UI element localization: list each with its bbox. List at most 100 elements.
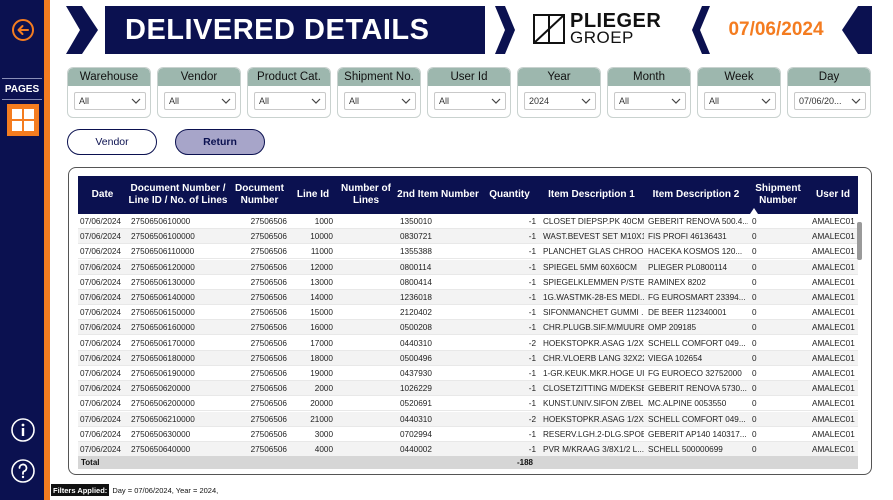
table-cell-shipment-number: 0: [752, 338, 757, 348]
table-cell-2nd-item-number: 0702994: [400, 429, 432, 439]
slicer-dropdown[interactable]: All: [434, 92, 506, 110]
table-cell-item-description-1: SPIEGELKLEMMEN P/STEL ...: [543, 277, 644, 287]
chevron-down-icon: [671, 98, 681, 104]
table-cell-line-id: 14000: [310, 293, 333, 302]
table-cell-number-of-lines: [336, 427, 396, 442]
table-row[interactable]: 07/06/2024 27506506180000 27506506 18000 050…: [78, 350, 858, 366]
header-col-line-id[interactable]: Line Id: [290, 176, 336, 214]
table-cell-number-of-lines: [336, 214, 396, 229]
slicer-product-cat: Product Cat. All: [247, 67, 331, 118]
table-cell-item-description-2: DE BEER 112340001: [648, 308, 727, 318]
header-col-document-number[interactable]: Document Number: [229, 176, 290, 214]
slicer-dropdown[interactable]: All: [704, 92, 776, 110]
table-row[interactable]: 07/06/2024 27506506170000 27506506 17000 044…: [78, 336, 858, 351]
slicer-day: Day 07/06/20...: [787, 67, 871, 118]
table-cell-shipment-number: 0: [752, 369, 757, 378]
vendor-button[interactable]: Vendor: [67, 129, 157, 155]
table-row[interactable]: 07/06/2024 27506506120000 27506506 12000 080…: [78, 259, 858, 275]
table-cell-item-description-1: WAST.BEVEST SET M10X1...: [543, 232, 644, 242]
table-cell-date: 07/06/2024: [80, 217, 121, 226]
table-cell-line-id: 13000: [310, 277, 333, 287]
table-cell-document-number: 27506506: [250, 399, 287, 409]
table-cell-document-number: 27506506: [250, 369, 287, 378]
return-button[interactable]: Return: [175, 129, 265, 155]
header-col-number-of-lines[interactable]: Number of Lines: [336, 176, 396, 214]
table-cell-number-of-lines: [336, 412, 396, 427]
slicer-dropdown[interactable]: 07/06/20...: [794, 92, 866, 110]
table-cell-number-of-lines: [336, 290, 396, 305]
table-row[interactable]: 07/06/2024 27506506150000 27506506 15000 212…: [78, 305, 858, 321]
slicer-label: Vendor: [158, 68, 240, 86]
table-row[interactable]: 07/06/2024 27506506140000 27506506 14000 123…: [78, 290, 858, 305]
table-cell-shipment-number: 0: [752, 429, 757, 439]
table-row[interactable]: 07/06/2024 27506506160000 27506506 16000 050…: [78, 320, 858, 336]
slicer-year: Year 2024: [517, 67, 601, 118]
table-row[interactable]: 07/06/2024 27506506100000 27506506 10000 083…: [78, 229, 858, 245]
table-cell-2nd-item-number: 0830721: [400, 232, 432, 242]
table-cell-document-number: 27506506: [250, 308, 287, 318]
table-cell-shipment-number: 0: [752, 293, 757, 302]
header-col-date[interactable]: Date: [78, 176, 127, 214]
table-cell-2nd-item-number: 1026229: [400, 384, 432, 394]
slicer-user-id: User Id All: [427, 67, 511, 118]
table-cell-date: 07/06/2024: [80, 247, 121, 257]
table-cell-quantity: -1: [528, 232, 536, 242]
table-header: Date Document Number / Line ID / No. of L…: [78, 176, 858, 214]
table-cell-document-number: 27506506: [250, 232, 287, 242]
table-row[interactable]: 07/06/2024 2750650620000 27506506 2000 10262…: [78, 381, 858, 397]
slicer-dropdown[interactable]: All: [254, 92, 326, 110]
slicer-dropdown[interactable]: 2024: [524, 92, 596, 110]
table-row[interactable]: 07/06/2024 27506506130000 27506506 13000 080…: [78, 275, 858, 290]
table-cell-item-description-1: KUNST.UNIV.SIFON Z/BEL...: [543, 399, 644, 409]
table-cell-item-description-1: HOEKSTOPKR.ASAG 1/2X1...: [543, 414, 644, 424]
table-cell-date: 07/06/2024: [80, 232, 121, 242]
back-arrow-icon[interactable]: [11, 18, 35, 42]
table-cell-user-id: AMALEC01: [812, 262, 855, 272]
grid-icon[interactable]: [7, 104, 39, 136]
slicer-value: All: [619, 96, 630, 106]
table-row[interactable]: 07/06/2024 27506506190000 27506506 19000 043…: [78, 366, 858, 381]
table-cell-item-description-2: FIS PROFI 46136431: [648, 232, 727, 242]
table-cell-2nd-item-number: 1350010: [400, 217, 432, 226]
table-cell-user-id: AMALEC01: [812, 323, 855, 333]
table-cell-date: 07/06/2024: [80, 293, 121, 302]
header-col-item-description-2[interactable]: Item Description 2: [644, 176, 748, 214]
table-cell-number-of-lines: [336, 320, 396, 335]
header-col-2nd-item-number[interactable]: 2nd Item Number: [396, 176, 480, 214]
header-col-item-description-1[interactable]: Item Description 1: [539, 176, 644, 214]
sort-ascending-icon[interactable]: [750, 206, 758, 214]
table-cell-line-id: 11000: [310, 247, 333, 257]
slicer-dropdown[interactable]: All: [344, 92, 416, 110]
table-cell-item-description-1: RESERV.LGH.2-DLG.SPOEL...: [543, 429, 644, 439]
table-cell-quantity: -1: [528, 399, 536, 409]
table-row[interactable]: 07/06/2024 27506506210000 27506506 21000 044…: [78, 411, 858, 427]
table-cell-shipment-number: 0: [752, 399, 757, 409]
table-cell-user-id: AMALEC01: [812, 247, 855, 257]
table-cell-date: 07/06/2024: [80, 308, 121, 318]
table-cell-quantity: -1: [528, 353, 536, 363]
header-col-user-id[interactable]: User Id: [808, 176, 858, 214]
table-cell-document-number: 27506506: [250, 262, 287, 272]
table-cell-doc-line-id: 27506506140000: [131, 293, 195, 302]
table-row[interactable]: 07/06/2024 27506506200000 27506506 20000 052…: [78, 396, 858, 412]
table-cell-line-id: 15000: [310, 308, 333, 318]
table-cell-item-description-1: SPIEGEL 5MM 60X60CM: [543, 262, 637, 272]
table-cell-document-number: 27506506: [250, 384, 287, 394]
slicer-label: Day: [788, 68, 870, 86]
table-row[interactable]: 07/06/2024 2750650630000 27506506 3000 07029…: [78, 427, 858, 442]
table-scrollbar-thumb[interactable]: [857, 222, 862, 260]
slicer-dropdown[interactable]: All: [164, 92, 236, 110]
chevron-down-icon: [401, 98, 411, 104]
table-cell-quantity: -1: [528, 384, 536, 394]
table-cell-line-id: 10000: [310, 232, 333, 242]
slicer-dropdown[interactable]: All: [614, 92, 686, 110]
info-icon[interactable]: [10, 417, 36, 443]
table-cell-user-id: AMALEC01: [812, 293, 855, 302]
table-row[interactable]: 07/06/2024 27506506110000 27506506 11000 135…: [78, 244, 858, 260]
table-row[interactable]: 07/06/2024 2750650640000 27506506 4000 04400…: [78, 442, 858, 456]
slicer-dropdown[interactable]: All: [74, 92, 146, 110]
help-icon[interactable]: [10, 458, 36, 484]
table-row[interactable]: 07/06/2024 2750650610000 27506506 1000 13500…: [78, 214, 858, 229]
header-col-quantity[interactable]: Quantity: [480, 176, 539, 214]
header-col-doc-line-id[interactable]: Document Number / Line ID / No. of Lines: [127, 176, 229, 214]
